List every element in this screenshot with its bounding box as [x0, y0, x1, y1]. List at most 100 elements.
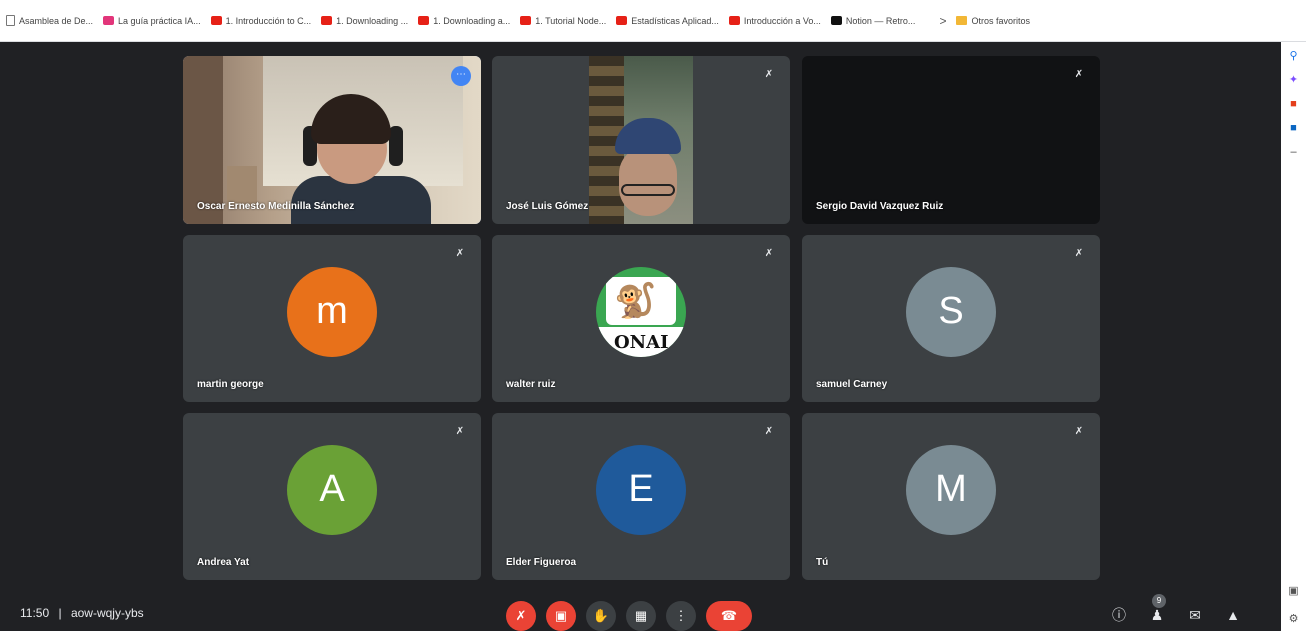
mic-off-icon: ✗	[764, 248, 774, 259]
participant-tile-3[interactable]: ✗ m martin george	[183, 235, 481, 402]
camera-off-icon: ▣	[554, 608, 568, 623]
bookmark-6[interactable]: Estadísticas Aplicad...	[616, 16, 719, 26]
meeting-time: 11:50	[20, 606, 50, 620]
outlook-icon[interactable]: ■	[1288, 122, 1300, 134]
bookmark-label: Otros favoritos	[971, 15, 1030, 26]
chat-button[interactable]: ✉	[1184, 604, 1206, 626]
mic-off-icon: ✗	[764, 69, 774, 80]
bookmark-label: Estadísticas Aplicad...	[631, 15, 719, 26]
activities-icon: ▲	[1226, 607, 1240, 623]
avatar: E	[596, 444, 686, 535]
youtube-icon	[728, 16, 740, 25]
avatar: m	[287, 266, 377, 357]
settings-icon[interactable]: ⚙	[1288, 613, 1300, 625]
add-icon[interactable]: –	[1288, 146, 1300, 158]
bookmark-label: La guía práctica IA...	[118, 15, 201, 26]
sparkle-icon[interactable]: ✦	[1288, 74, 1300, 86]
bookmark-2[interactable]: 1. Introducción to C...	[210, 15, 312, 26]
mic-toggle-button[interactable]: ✗	[506, 601, 536, 631]
side-controls: ⓘ ♟ 9 ✉ ▲	[1108, 594, 1244, 626]
participant-tile-2[interactable]: ✗ Sergio David Vazquez Ruiz	[802, 56, 1100, 224]
search-icon[interactable]: ⚲	[1288, 50, 1300, 62]
participant-tile-1[interactable]: ✗ José Luis Gómez	[492, 56, 790, 224]
meeting-code: aow-wqjy-ybs	[70, 606, 144, 620]
participant-tile-6[interactable]: ✗ A Andrea Yat	[183, 413, 481, 580]
bookmark-7[interactable]: Introducción a Vo...	[728, 15, 821, 26]
call-controls: ✗ ▣ ✋ ▦ ⋮ ☎	[506, 601, 752, 631]
page-icon	[6, 15, 15, 26]
participant-name: walter ruiz	[506, 379, 556, 390]
participant-name: Elder Figueroa	[506, 557, 577, 568]
participant-name: Sergio David Vazquez Ruiz	[816, 201, 944, 212]
participant-tile-5[interactable]: ✗ S samuel Carney	[802, 235, 1100, 402]
leave-call-button[interactable]: ☎	[706, 601, 752, 631]
participant-name: martin george	[197, 379, 264, 390]
bookmark-label: Introducción a Vo...	[743, 15, 821, 26]
more-bookmarks-chevron-icon[interactable]: >	[939, 14, 946, 28]
info-icon: ⓘ	[1112, 607, 1126, 623]
participant-name: Andrea Yat	[197, 557, 250, 568]
sidebar-toggle-icon[interactable]: ▣	[1288, 585, 1300, 597]
more-vert-icon: ⋮	[674, 608, 688, 623]
participant-name: samuel Carney	[816, 379, 888, 390]
youtube-icon	[321, 16, 333, 25]
bookmark-1[interactable]: La guía práctica IA...	[103, 16, 201, 26]
hand-icon: ✋	[592, 608, 610, 623]
bookmark-8[interactable]: Notion — Retro...	[830, 15, 916, 26]
bookmark-5[interactable]: 1. Tutorial Node...	[520, 16, 606, 26]
participant-name: José Luis Gómez	[506, 201, 589, 212]
participant-tile-8[interactable]: ✗ M Tú	[802, 413, 1100, 580]
logo-text: ONAI	[614, 331, 669, 353]
mic-off-icon: ✗	[455, 426, 465, 437]
mic-off-icon: ✗	[764, 426, 774, 437]
avatar: A	[287, 444, 377, 535]
monkey-logo-avatar: 🐒 ONAI	[596, 266, 686, 357]
meeting-separator: |	[58, 606, 62, 620]
bookmark-label: 1. Downloading a...	[433, 15, 511, 26]
youtube-icon	[210, 16, 222, 25]
raise-hand-button[interactable]: ✋	[586, 601, 616, 631]
more-options-icon[interactable]: ⋯	[451, 66, 471, 86]
participant-video	[183, 56, 481, 224]
present-screen-button[interactable]: ▦	[626, 601, 656, 631]
monkey-icon: 🐒	[614, 281, 657, 320]
people-button[interactable]: ♟ 9	[1146, 594, 1168, 626]
office-icon[interactable]: ■	[1288, 98, 1300, 110]
bookmarks-bar: Asamblea de De... La guía práctica IA...…	[0, 0, 1306, 42]
mic-off-icon: ✗	[1074, 426, 1084, 437]
bookmark-9[interactable]: Otros favoritos	[956, 16, 1030, 26]
camera-toggle-button[interactable]: ▣	[546, 601, 576, 631]
mic-off-icon: ✗	[1074, 248, 1084, 259]
participant-name: Oscar Ernesto Medinilla Sánchez	[197, 201, 355, 212]
bookmark-label: Notion — Retro...	[845, 15, 916, 26]
people-icon: ♟	[1150, 607, 1164, 623]
avatar: M	[906, 444, 996, 535]
bookmark-0[interactable]: Asamblea de De...	[6, 15, 93, 26]
participants-count-badge: 9	[1152, 594, 1166, 608]
participant-tile-0[interactable]: ⋯ Oscar Ernesto Medinilla Sánchez	[183, 56, 481, 224]
meeting-details-button[interactable]: ⓘ	[1108, 604, 1130, 626]
bookmark-4[interactable]: 1. Downloading a...	[418, 16, 510, 26]
bookmark-3[interactable]: 1. Downloading ...	[321, 16, 408, 26]
more-options-button[interactable]: ⋮	[666, 601, 696, 631]
participant-tile-7[interactable]: ✗ E Elder Figueroa	[492, 413, 790, 580]
meeting-info: 11:50 | aow-wqjy-ybs	[20, 606, 144, 620]
folder-icon	[956, 16, 968, 25]
avatar: S	[906, 266, 996, 357]
participant-tile-4[interactable]: ✗ 🐒 ONAI walter ruiz	[492, 235, 790, 402]
mic-off-icon: ✗	[515, 608, 527, 623]
bookmark-label: 1. Introducción to C...	[225, 15, 312, 26]
participant-name: Tú	[816, 557, 829, 568]
bookmark-label: 1. Downloading ...	[336, 15, 409, 26]
mic-off-icon: ✗	[455, 248, 465, 259]
hang-up-icon: ☎	[720, 608, 738, 623]
bookmark-label: 1. Tutorial Node...	[535, 15, 607, 26]
bookmark-label: Asamblea de De...	[19, 15, 94, 26]
mic-off-icon: ✗	[1074, 69, 1084, 80]
activities-button[interactable]: ▲	[1222, 604, 1244, 626]
youtube-icon	[418, 16, 430, 25]
browser-side-panel: ⚲ ✦ ■ ■ – ▣ ⚙	[1281, 42, 1306, 631]
present-icon: ▦	[634, 608, 648, 623]
participant-video	[589, 56, 693, 224]
pink-icon	[103, 16, 115, 25]
